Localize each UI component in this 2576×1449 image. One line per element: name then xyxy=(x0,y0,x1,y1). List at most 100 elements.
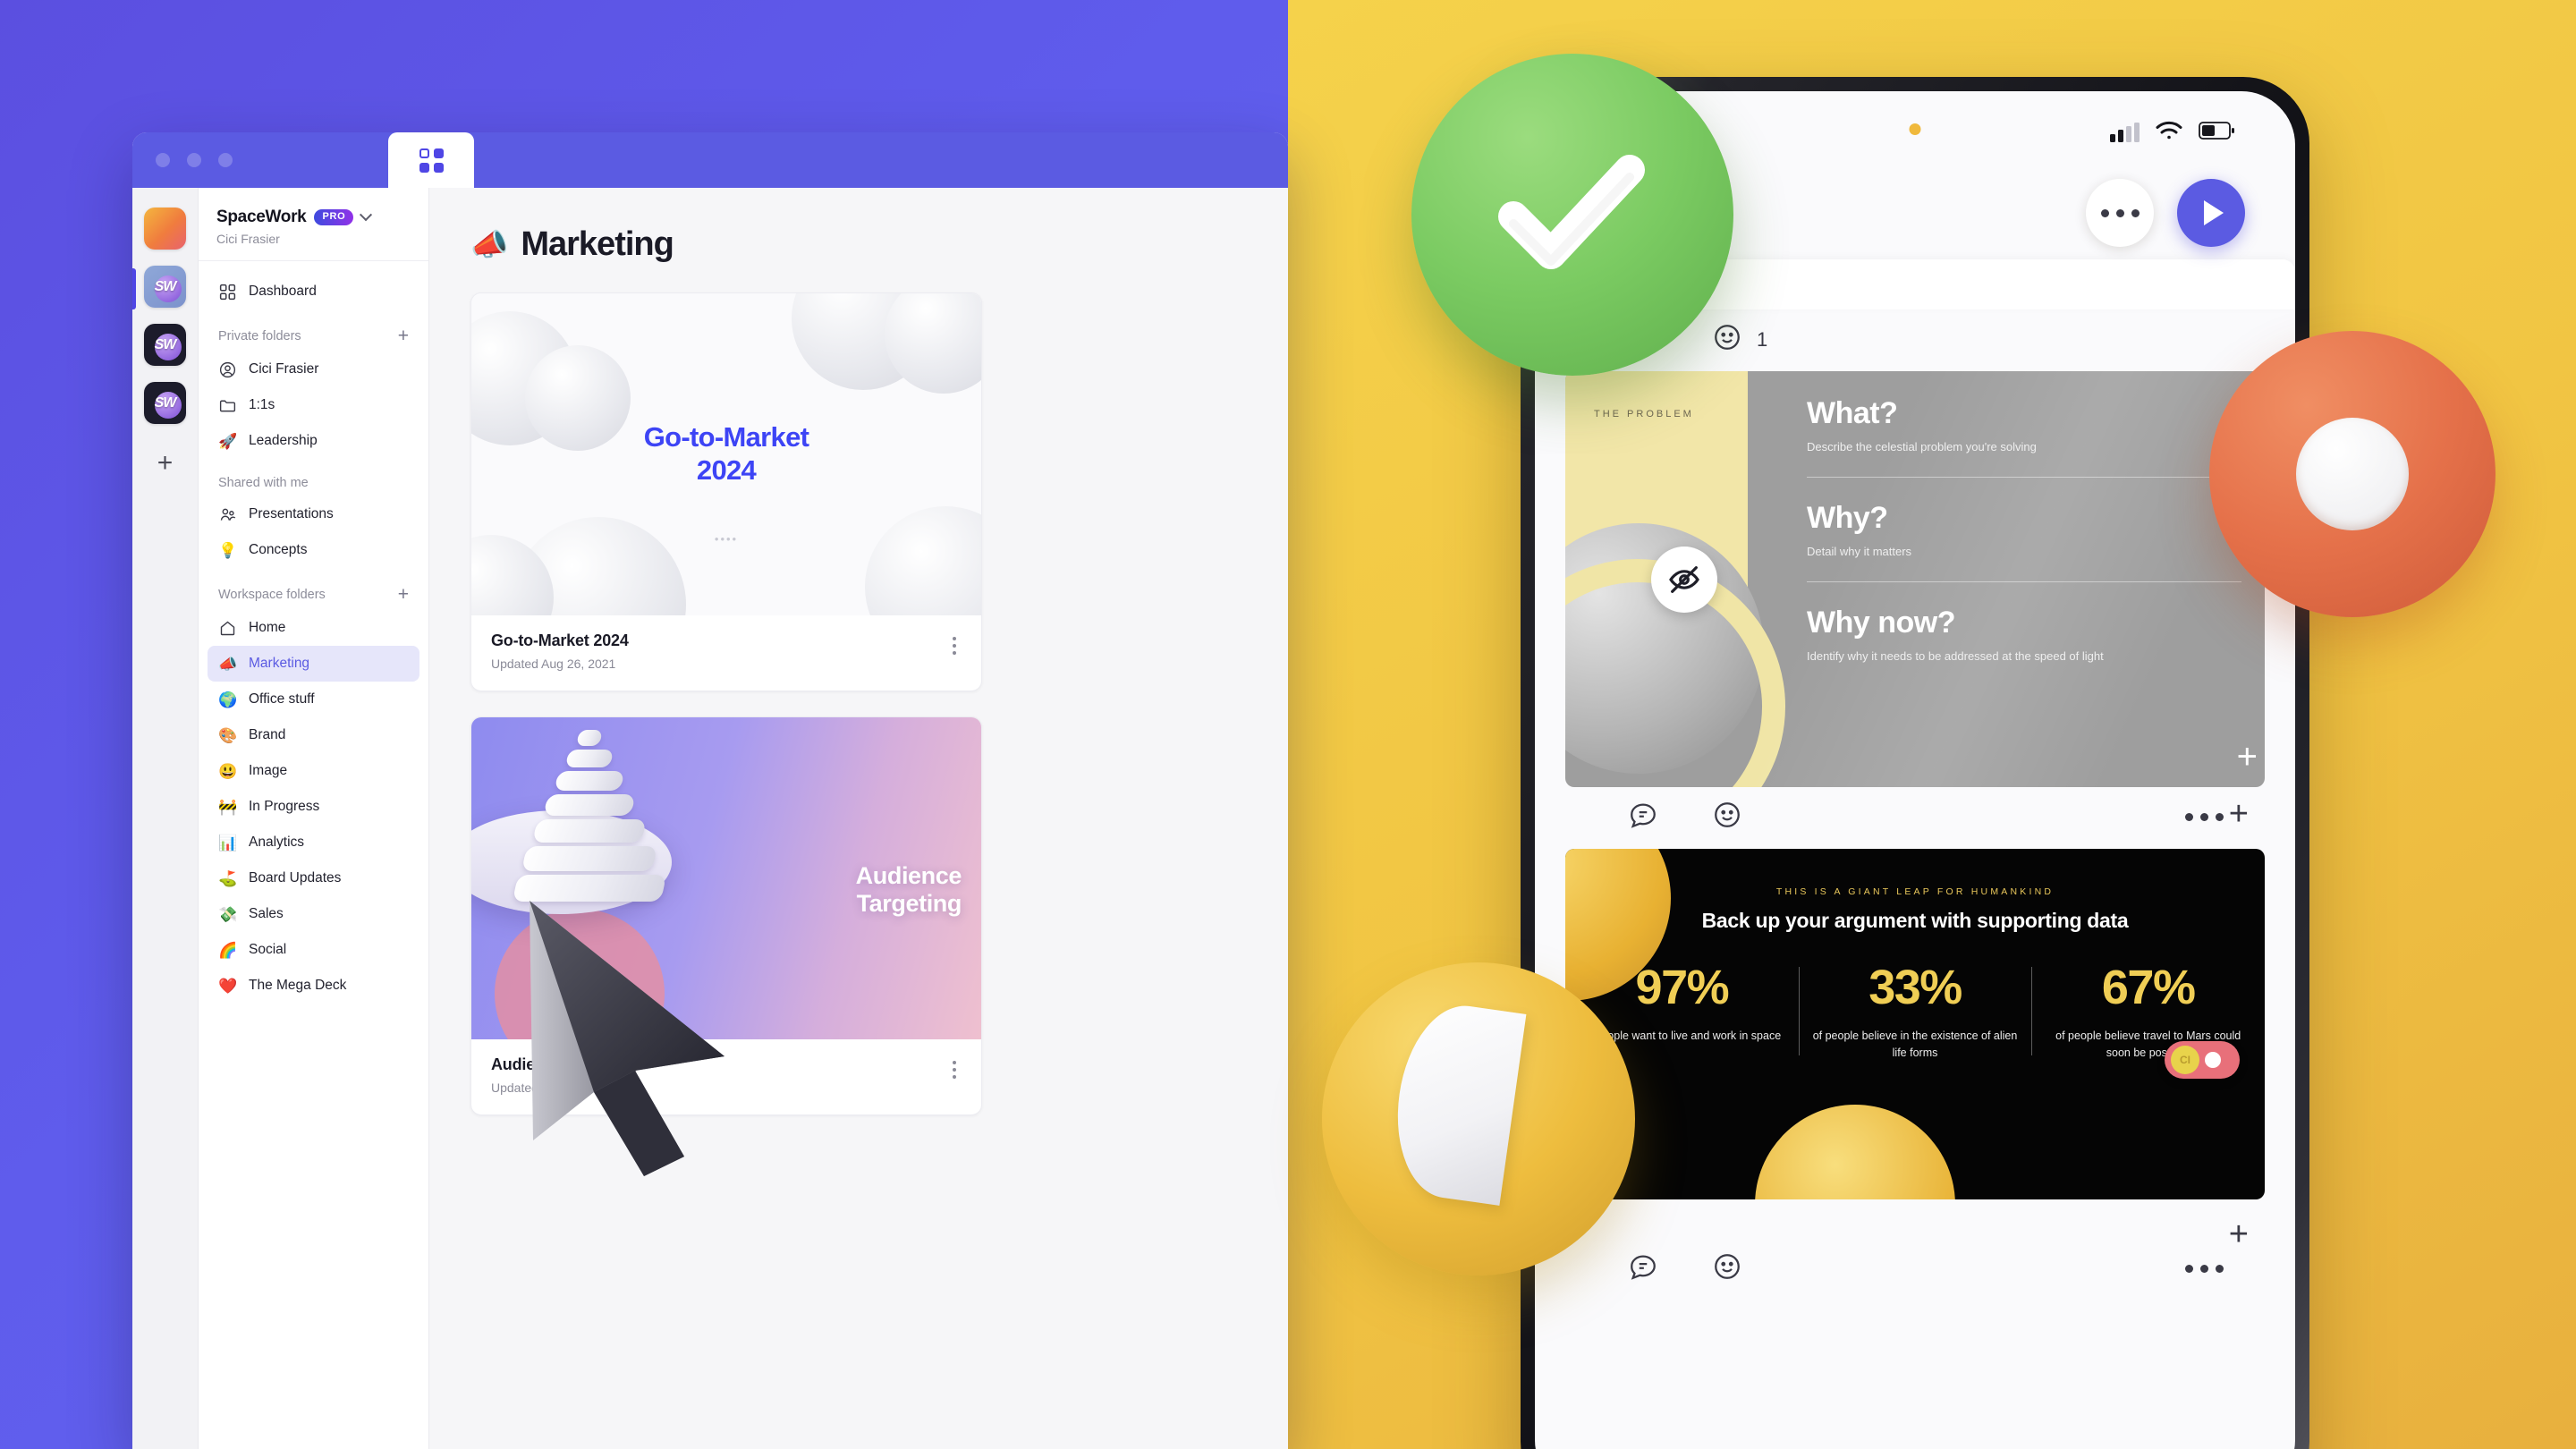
sidebar-item-home[interactable]: Home xyxy=(208,610,419,646)
folder-icon xyxy=(218,396,237,415)
sidebar-item-image[interactable]: 😃 Image xyxy=(208,753,419,789)
stat-value: 97% xyxy=(1635,961,1730,1014)
slide-description: Detail why it matters xyxy=(1807,545,1912,558)
people-icon xyxy=(218,505,237,524)
add-workspace-button[interactable]: + xyxy=(144,442,186,484)
pie-chart-3d xyxy=(1322,962,1635,1275)
user-circle-icon xyxy=(218,360,237,379)
more-dots-icon[interactable] xyxy=(2185,1265,2224,1273)
emoji-icon[interactable] xyxy=(1712,322,1742,357)
sidebar-item-label: Home xyxy=(249,620,286,635)
window-titlebar xyxy=(132,132,1288,188)
slide-problem-wrap: THE PROBLEM What? Describe the celestial… xyxy=(1535,371,2295,787)
workspace-avatar-1[interactable] xyxy=(144,208,186,250)
comment-icon[interactable] xyxy=(1628,800,1658,835)
sidebar-item-label: Dashboard xyxy=(249,284,317,299)
sidebar-item-in-progress[interactable]: 🚧 In Progress xyxy=(208,789,419,825)
construction-icon: 🚧 xyxy=(218,798,238,816)
workspace-switcher[interactable]: SpaceWork PRO Cici Frasier xyxy=(199,188,428,261)
zoom-window-button[interactable] xyxy=(218,153,233,167)
sidebar-item-sales[interactable]: 💸 Sales xyxy=(208,896,419,932)
chevron-down-icon[interactable] xyxy=(360,208,373,222)
workspace-avatar-sw-2[interactable]: SW xyxy=(144,266,186,308)
workspace-avatar-sw-3[interactable]: SW xyxy=(144,324,186,366)
sidebar-item-office-stuff[interactable]: 🌍 Office stuff xyxy=(208,682,419,717)
sidebar-item-label: Board Updates xyxy=(249,870,342,886)
eye-off-icon[interactable] xyxy=(1651,547,1717,613)
page-title: 📣 Marketing xyxy=(470,225,1252,264)
slide-eyebrow: THE PROBLEM xyxy=(1594,409,1694,419)
sidebar-item-label: 1:1s xyxy=(249,397,275,412)
sidebar-item-concepts[interactable]: 💡 Concepts xyxy=(208,532,419,568)
money-icon: 💸 xyxy=(218,905,238,923)
avatar: CI xyxy=(2171,1046,2199,1074)
rocket-icon: 🚀 xyxy=(218,432,238,450)
tab-dashboard[interactable] xyxy=(388,132,474,188)
workspace-rail: SW SW SW + xyxy=(132,188,199,1449)
deck-meta: Go-to-Market 2024 Updated Aug 26, 2021 xyxy=(471,615,981,691)
sidebar-item-board-updates[interactable]: ⛳ Board Updates xyxy=(208,860,419,896)
workspace-avatar-sw-4[interactable]: SW xyxy=(144,382,186,424)
smiley-icon: 😃 xyxy=(218,762,238,780)
add-private-folder-button[interactable]: + xyxy=(398,326,409,345)
sidebar-item-label: Cici Frasier xyxy=(249,361,319,377)
presence-toggle[interactable]: CI xyxy=(2165,1041,2240,1079)
app-window: SW SW SW + SpaceWork PRO Cici Frasier Da… xyxy=(132,132,1288,1449)
mouse-cursor xyxy=(501,881,769,1190)
sidebar-item-dashboard[interactable]: Dashboard xyxy=(208,274,419,309)
reactions-row-bottom xyxy=(1535,1199,2295,1301)
emoji-icon[interactable] xyxy=(1712,1251,1742,1286)
lightbulb-icon: 💡 xyxy=(218,541,238,559)
slide-supporting-data[interactable]: THIS IS A GIANT LEAP FOR HUMANKIND Back … xyxy=(1565,849,2265,1199)
sidebar-item-the-mega-deck[interactable]: ❤️ The Mega Deck xyxy=(208,968,419,1004)
sidebar-item-leadership[interactable]: 🚀 Leadership xyxy=(208,423,419,459)
thumbnail-title: Audience Targeting xyxy=(855,862,962,918)
add-block-button[interactable]: + xyxy=(2237,739,2258,775)
traffic-lights[interactable] xyxy=(156,153,233,167)
camera-indicator-icon xyxy=(1909,123,1921,135)
deck-card-go-to-market[interactable]: Go-to-Market 2024 •••• Go-to-Market 2024… xyxy=(470,292,982,691)
add-workspace-folder-button[interactable]: + xyxy=(398,585,409,604)
slide-description: Describe the celestial problem you're so… xyxy=(1807,440,2037,453)
deck-options-button[interactable] xyxy=(947,1055,962,1084)
checkmark-3d xyxy=(1411,54,1733,376)
sidebar-nav: Dashboard Private folders + Cici Frasier xyxy=(199,261,428,1004)
sidebar-section-private-folders: Private folders + xyxy=(208,309,419,352)
sidebar: SpaceWork PRO Cici Frasier Dashboard Pri… xyxy=(199,188,429,1449)
more-dots-icon[interactable] xyxy=(2185,813,2224,821)
sidebar-item-brand[interactable]: 🎨 Brand xyxy=(208,717,419,753)
sidebar-item-cici-frasier[interactable]: Cici Frasier xyxy=(208,352,419,387)
sidebar-item-1-1s[interactable]: 1:1s xyxy=(208,387,419,423)
add-block-button-top[interactable]: + xyxy=(2229,797,2249,831)
megaphone-icon: 📣 xyxy=(218,655,238,673)
more-dots-icon[interactable] xyxy=(2086,179,2154,247)
deck-options-button[interactable] xyxy=(947,631,962,660)
section-title: Workspace folders xyxy=(218,587,326,602)
add-block-button-bottom[interactable]: + xyxy=(2229,1217,2249,1251)
play-icon[interactable] xyxy=(2177,179,2245,247)
stat-caption: of people believe in the existence of al… xyxy=(1812,1030,2018,1060)
sidebar-item-label: Office stuff xyxy=(249,691,315,707)
sidebar-item-social[interactable]: 🌈 Social xyxy=(208,932,419,968)
workspace-user: Cici Frasier xyxy=(216,232,280,246)
sidebar-item-analytics[interactable]: 📊 Analytics xyxy=(208,825,419,860)
comment-icon[interactable] xyxy=(1628,1251,1658,1286)
close-window-button[interactable] xyxy=(156,153,170,167)
slide-description: Identify why it needs to be addressed at… xyxy=(1807,649,2104,663)
section-title: Private folders xyxy=(218,328,301,343)
sidebar-item-marketing[interactable]: 📣 Marketing xyxy=(208,646,419,682)
sidebar-item-label: Analytics xyxy=(249,835,305,850)
window-body: SW SW SW + SpaceWork PRO Cici Frasier Da… xyxy=(132,188,1288,1449)
slide-the-problem[interactable]: THE PROBLEM What? Describe the celestial… xyxy=(1565,371,2265,787)
grid-icon xyxy=(419,148,444,173)
toggle-knob xyxy=(2205,1052,2221,1068)
rainbow-icon: 🌈 xyxy=(218,941,238,959)
emoji-icon[interactable] xyxy=(1712,800,1742,835)
reaction-count: 1 xyxy=(1757,327,1768,351)
megaphone-icon: 📣 xyxy=(470,227,509,262)
deck-name: Go-to-Market 2024 xyxy=(491,631,629,649)
minimize-window-button[interactable] xyxy=(187,153,201,167)
shell-illustration xyxy=(512,730,667,905)
sidebar-item-presentations[interactable]: Presentations xyxy=(208,496,419,532)
workspace-name: SpaceWork xyxy=(216,208,307,226)
